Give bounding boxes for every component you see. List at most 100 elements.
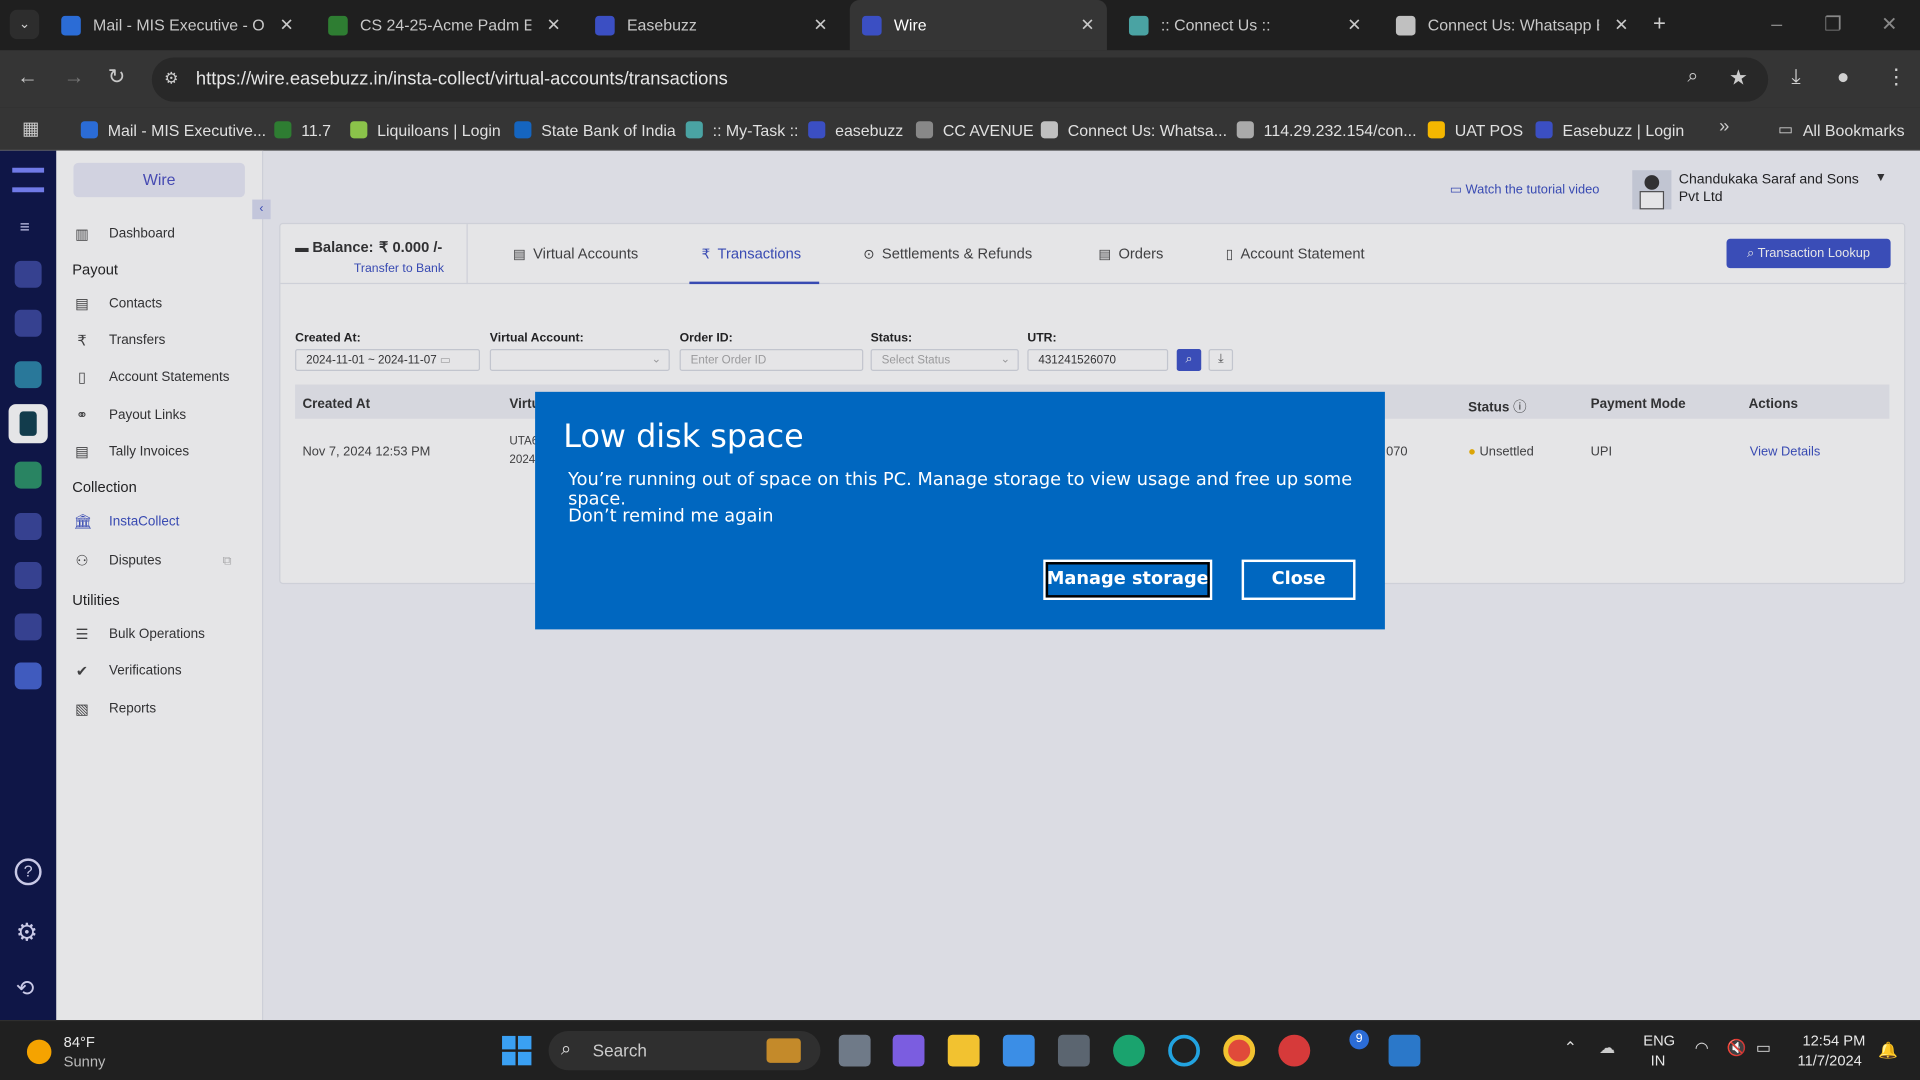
favicon-icon [595,15,615,35]
calculator-icon[interactable] [1057,1034,1090,1067]
bookmark-favicon-icon [350,121,368,139]
search-icon: ⌕ [560,1038,572,1060]
language-in[interactable]: IN [1651,1052,1666,1069]
forward-icon[interactable]: → [64,65,85,89]
browser-tab[interactable]: Wire ✕ [849,0,1107,51]
bookmark-item[interactable]: Liquiloans | Login [350,118,501,142]
new-tab-button[interactable]: + [1653,11,1666,37]
bookmark-item[interactable]: 114.29.232.154/con... [1236,118,1417,142]
bookmark-label: Liquiloans | Login [377,120,501,139]
browser-tab[interactable]: Mail - MIS Executive - Outl ✕ [49,0,306,50]
bookmarks-bar: ▦ Mail - MIS Executive... 11.7 Liquiloans … [0,107,1920,151]
bookmark-label: UAT POS [1454,120,1524,139]
bookmark-item[interactable]: CC AVENUE [915,118,1034,142]
tab-search-button[interactable]: ⌄ [9,9,40,40]
weather-temp: 84°F [63,1033,95,1051]
tab-title: Connect Us: Whatsapp Bill [1427,15,1600,35]
browser-tab[interactable]: Connect Us: Whatsapp Bill ✕ [1384,0,1641,50]
favicon-icon [862,15,882,35]
task-view-icon[interactable] [838,1034,871,1067]
bookmark-item[interactable]: State Bank of India [514,118,676,142]
minimize-button[interactable]: – [1749,0,1805,50]
all-bookmarks[interactable]: ▭ All Bookmarks [1778,118,1905,142]
bookmark-favicon-icon [80,121,98,139]
close-tab-icon[interactable]: ✕ [1080,15,1094,36]
notification-badge: 9 [1349,1029,1369,1050]
browser-tab[interactable]: Easebuzz ✕ [583,0,840,50]
wps-office-icon[interactable] [1278,1034,1311,1067]
weather-condition: Sunny [63,1053,106,1071]
reload-icon[interactable]: ↻ [108,65,125,89]
file-explorer-icon[interactable] [947,1034,980,1067]
bookmark-item[interactable]: Mail - MIS Executive... [80,118,267,142]
folder-icon: ▭ [1777,120,1794,139]
close-tab-icon[interactable]: ✕ [813,15,827,36]
profile-icon[interactable]: ● [1837,65,1850,89]
bookmark-label: Mail - MIS Executive... [107,120,267,139]
bookmark-item[interactable]: UAT POS [1427,118,1524,142]
bookmark-favicon-icon [915,121,934,139]
dialog-message: You’re running out of space on this PC. … [568,470,1353,510]
bookmark-star-icon[interactable]: ★ [1729,66,1748,90]
bookmark-favicon-icon [1535,121,1553,139]
close-dialog-button[interactable]: Close [1241,559,1356,601]
more-bookmarks-icon[interactable]: » [1719,116,1729,137]
clock-time[interactable]: 12:54 PM [1802,1032,1865,1049]
bookmark-item[interactable]: :: My-Task :: [685,118,799,142]
browser-tab[interactable]: :: Connect Us :: ✕ [1117,0,1374,50]
copilot-icon[interactable] [892,1034,925,1067]
bookmark-favicon-icon [808,121,826,139]
back-icon[interactable]: ← [17,65,38,89]
close-tab-icon[interactable]: ✕ [1614,15,1628,36]
zoom-icon[interactable]: ⌕ [1687,66,1698,88]
address-bar[interactable]: ⚙ https://wire.easebuzz.in/insta-collect… [151,57,1769,102]
wifi-icon[interactable]: ◠ [1695,1038,1709,1058]
bookmark-favicon-icon [1040,121,1058,139]
notifications-bell-icon[interactable]: 🔔 [1878,1041,1898,1061]
taskbar-search[interactable]: ⌕ Search [548,1031,821,1071]
chevron-up-icon[interactable]: ⌃ [1564,1038,1577,1058]
maximize-button[interactable]: ❐ [1805,0,1861,50]
tab-title: Easebuzz [626,15,697,35]
favicon-icon [1128,15,1149,35]
manage-storage-button[interactable]: Manage storage [1043,559,1213,601]
close-tab-icon[interactable]: ✕ [546,15,560,36]
browser-tab[interactable]: CS 24-25-Acme Padm ERP ✕ [316,0,573,50]
dont-remind-link[interactable]: Don’t remind me again [568,507,773,527]
windows-taskbar: 84°F Sunny ⌕ Search 9 ⌃ ☁ ENG IN ◠ 🔇 ▭ 1… [0,1020,1920,1080]
download-icon[interactable]: ⤓ [1791,65,1800,89]
remote-desktop-icon[interactable] [1388,1034,1421,1067]
dialog-title: Low disk space [563,418,804,456]
bookmark-favicon-icon [1427,121,1445,139]
cortana-icon[interactable] [1168,1034,1201,1067]
tab-title: CS 24-25-Acme Padm ERP [360,15,531,35]
close-window-button[interactable]: ✕ [1861,0,1917,50]
bookmark-item[interactable]: Connect Us: Whatsa... [1040,118,1227,142]
start-windows-icon[interactable] [502,1035,532,1066]
tab-title: Wire [893,15,927,35]
onedrive-icon[interactable]: ☁ [1599,1038,1615,1058]
close-tab-icon[interactable]: ✕ [280,15,294,36]
edge-icon[interactable] [1113,1034,1145,1067]
bookmark-item[interactable]: easebuzz [808,118,903,142]
site-info-icon[interactable]: ⚙ [164,69,178,89]
sun-icon [26,1039,52,1065]
language-eng[interactable]: ENG [1643,1032,1675,1049]
bookmark-favicon-icon [1236,121,1254,139]
clock-date[interactable]: 11/7/2024 [1798,1052,1862,1069]
weather-widget[interactable]: 84°F Sunny [26,1033,137,1071]
low-disk-space-dialog: Low disk space You’re running out of spa… [535,391,1385,630]
apps-grid-icon[interactable]: ▦ [22,118,39,140]
bookmark-item[interactable]: Easebuzz | Login [1535,118,1684,142]
bookmark-item[interactable]: 11.7 [274,118,331,142]
bookmark-label: :: My-Task :: [712,120,799,139]
mail-icon[interactable] [1002,1034,1035,1067]
battery-icon[interactable]: ▭ [1756,1038,1771,1058]
favicon-icon [328,15,348,35]
menu-icon[interactable]: ⋮ [1886,65,1907,89]
close-tab-icon[interactable]: ✕ [1347,15,1361,36]
search-label: Search [592,1040,647,1061]
chrome-icon[interactable] [1223,1034,1256,1067]
volume-muted-icon[interactable]: 🔇 [1727,1038,1747,1058]
bookmark-label: easebuzz [835,120,904,139]
